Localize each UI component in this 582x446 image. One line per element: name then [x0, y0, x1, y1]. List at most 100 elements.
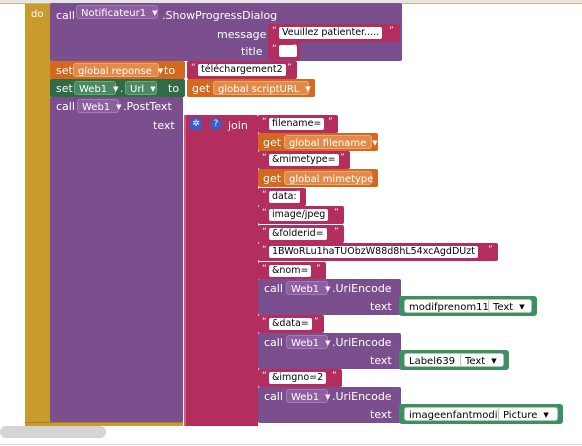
text-label: text [370, 408, 392, 421]
message-text-block[interactable]: “ Veuillez patienter..... ” [268, 24, 400, 42]
text-literal-block[interactable]: “filename=” [258, 115, 338, 133]
reponse-value-text[interactable]: téléchargement2 [198, 64, 286, 76]
method-name: .UriEncode [332, 336, 392, 349]
text-literal-block[interactable]: “data:” [258, 188, 306, 206]
web1-component-dropdown[interactable]: Web1 ▼ [74, 81, 119, 95]
text-literal-block[interactable]: “&mimetype=” [258, 151, 350, 169]
method-name: .UriEncode [332, 282, 392, 295]
text-literal-block[interactable]: “&data=” [258, 315, 324, 333]
web1-component-dropdown[interactable]: Web1 ▼ [286, 281, 331, 295]
component-name: Label639 [409, 356, 456, 367]
var-name: global filename [289, 138, 367, 149]
get-label: get [263, 136, 282, 149]
call-label: call [56, 9, 75, 22]
get-label: get [263, 172, 282, 185]
uriencode-block[interactable]: call Web1 ▼ .UriEncode text [258, 279, 401, 315]
text-literal[interactable]: &mimetype= [269, 154, 339, 166]
get-label: get [192, 82, 211, 95]
method-name: .PostText [123, 100, 172, 113]
variable-dropdown[interactable]: global filename ▼ [284, 135, 378, 149]
text-literal-block[interactable]: “&nom=” [258, 262, 326, 280]
reponse-value-block[interactable]: “ téléchargement2 ” [187, 61, 297, 79]
variable-dropdown[interactable]: global mimetype ▼ [284, 171, 385, 185]
uriencode-block[interactable]: call Web1 ▼ .UriEncode text [258, 333, 401, 369]
call-label: call [264, 282, 283, 295]
chevron-down-icon: ▼ [519, 303, 525, 311]
to-label: to [168, 82, 180, 95]
text-literal[interactable]: &folderid= [269, 228, 327, 240]
chevron-down-icon: ▼ [325, 393, 331, 401]
component-name: Notificateur1 [81, 8, 147, 19]
event-do-label: do [31, 9, 44, 20]
chevron-down-icon: ▼ [543, 411, 549, 419]
web1-component-dropdown[interactable]: Web1 ▼ [77, 99, 122, 113]
chevron-down-icon: ▼ [325, 285, 331, 293]
component-name: Web1 [79, 84, 108, 95]
title-text-block[interactable]: “ ” [268, 42, 300, 60]
chevron-down-icon: ▼ [150, 85, 156, 93]
text-literal-block[interactable]: “image/jpeg” [258, 206, 344, 224]
text-literal[interactable]: &data= [269, 318, 312, 330]
text-literal[interactable]: image/jpeg [269, 209, 329, 221]
uriencode-block[interactable]: call Web1 ▼ .UriEncode text [258, 387, 401, 423]
text-literal[interactable]: filename= [269, 118, 325, 130]
posttext-block[interactable] [50, 97, 183, 422]
question-icon[interactable]: ? [210, 118, 222, 130]
component-name: Web1 [82, 102, 111, 113]
var-name: global mimetype [289, 174, 374, 185]
text-literal-block[interactable]: “1BWoRLu1haTUObzW88d8hL54xcAgdDUzt” [258, 243, 498, 261]
call-label: call [56, 100, 75, 113]
text-literal-block[interactable]: “&folderid=” [258, 225, 344, 243]
join-block[interactable] [184, 115, 258, 431]
component-property-getter[interactable]: Label639 ▼Text ▼ [399, 350, 509, 370]
var-name: global scriptURL [218, 84, 300, 95]
join-label: join [228, 119, 248, 132]
component-property-getter[interactable]: imageenfantmodif ▼Picture ▼ [399, 404, 563, 424]
scripturl-var-dropdown[interactable]: global scriptURL ▼ [213, 81, 311, 95]
message-label: message [217, 28, 267, 41]
chevron-down-icon: ▼ [157, 67, 164, 75]
prop-name: Text [493, 302, 514, 313]
text-literal[interactable]: &imgno=2 [269, 372, 327, 384]
text-label: text [370, 300, 392, 313]
prop-name: Text [465, 356, 486, 367]
component-property-getter[interactable]: modifprenom11 ▼Text ▼ [399, 296, 537, 316]
dot-label: . [120, 82, 124, 95]
chevron-down-icon: ▼ [305, 85, 311, 93]
message-text[interactable]: Veuillez patienter..... [279, 27, 383, 39]
get-scripturl-block[interactable]: get global scriptURL ▼ [187, 79, 315, 97]
get-variable-block[interactable]: get global mimetype ▼ [258, 169, 385, 187]
get-variable-block[interactable]: get global filename ▼ [258, 133, 378, 151]
prop-name: Picture [503, 410, 538, 421]
text-literal[interactable]: &nom= [269, 265, 312, 277]
component-name: modifprenom11 [409, 302, 489, 313]
web1-component-dropdown[interactable]: Web1 ▼ [286, 389, 331, 403]
property-dropdown[interactable]: Text ▼ [488, 299, 532, 313]
chevron-down-icon: ▼ [379, 175, 385, 183]
horizontal-scrollbar-thumb[interactable] [0, 426, 106, 438]
to-label: to [164, 64, 176, 77]
url-prop-dropdown[interactable]: Url ▼ [125, 81, 157, 95]
join-left-edge [184, 115, 186, 431]
component-name: Web1 [291, 338, 320, 349]
component-name: Web1 [291, 392, 320, 403]
method-name: .ShowProgressDialog [162, 9, 278, 22]
chevron-down-icon: ▼ [325, 339, 331, 347]
text-label: text [370, 354, 392, 367]
chevron-down-icon: ▼ [372, 139, 378, 147]
property-dropdown[interactable]: Text ▼ [460, 353, 504, 367]
text-literal[interactable]: 1BWoRLu1haTUObzW88d8hL54xcAgdDUzt [269, 246, 478, 258]
call-label: call [264, 336, 283, 349]
reponse-var-dropdown[interactable]: global reponse ▼ [73, 63, 163, 77]
chevron-down-icon: ▼ [113, 85, 119, 93]
text-literal-block[interactable]: “&imgno=2” [258, 369, 342, 387]
method-name: .UriEncode [332, 390, 392, 403]
chevron-down-icon: ▼ [491, 357, 497, 365]
gear-icon[interactable]: ✲ [190, 118, 202, 130]
web1-component-dropdown[interactable]: Web1 ▼ [286, 335, 331, 349]
property-dropdown[interactable]: Picture ▼ [498, 407, 558, 421]
component-name: Web1 [291, 284, 320, 295]
bottom-divider [0, 444, 582, 445]
text-label: text [153, 119, 175, 132]
notificateur-component-dropdown[interactable]: Notificateur1 ▼ [76, 5, 158, 19]
